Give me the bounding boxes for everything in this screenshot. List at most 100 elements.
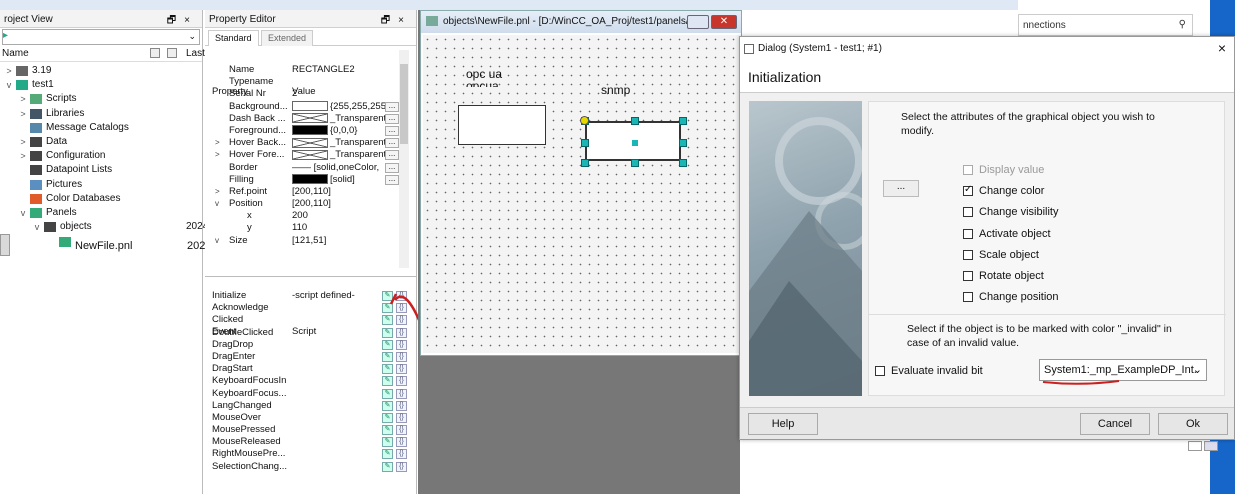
twisty-icon[interactable]: v [215,235,219,247]
twisty-icon[interactable]: > [215,149,220,161]
script-icon[interactable]: {} [396,461,407,472]
tab-standard[interactable]: Standard [208,30,259,46]
tree-item[interactable]: v objects 2024 [0,220,208,234]
twisty-icon[interactable]: > [18,92,28,106]
option-checkbox[interactable] [963,249,973,260]
close-button[interactable]: ✕ [711,15,737,29]
event-row[interactable]: DragDrop ✎{} [207,339,415,351]
resize-handle[interactable] [631,117,639,125]
ellipsis-button[interactable]: ... [385,174,399,185]
scroll-thumb[interactable] [400,64,408,144]
ellipsis-button[interactable]: ... [385,138,399,149]
ok-button[interactable]: Ok [1158,413,1228,435]
wizard-icon[interactable]: ✎ [382,376,393,387]
expand-icon[interactable] [167,48,177,58]
rectangle-1[interactable] [458,105,546,145]
property-row[interactable]: Dash Back ... _Transparent... [207,113,403,125]
property-row[interactable]: Typename [207,76,403,88]
tree-item[interactable]: >3.19 [0,64,202,78]
option-change-visibility[interactable]: Change visibility [963,206,1058,218]
tree-item[interactable]: > Scripts [0,92,202,106]
tree-item[interactable]: Message Catalogs [0,121,202,135]
property-scrollbar[interactable] [399,50,409,268]
twisty-icon[interactable]: > [4,64,14,78]
twisty-icon[interactable]: v [18,206,28,220]
wizard-icon[interactable]: ✎ [382,351,393,362]
property-row[interactable]: Serial Nr 2 [207,88,403,100]
tree-item[interactable]: > Configuration [0,149,202,163]
option-scale-object[interactable]: Scale object [963,249,1039,261]
tree-item[interactable]: Pictures [0,178,202,192]
event-row[interactable]: SelectionChang... ✎{} [207,461,415,473]
ellipsis-button[interactable]: ... [385,150,399,161]
dialog-close-icon[interactable]: × [1218,40,1226,56]
tree-item[interactable]: > Data [0,135,202,149]
script-icon[interactable]: {} [396,351,407,362]
option-checkbox[interactable] [963,207,973,218]
property-row[interactable]: v Position [200,110] [207,198,403,210]
resize-handle[interactable] [581,139,589,147]
resize-handle[interactable] [679,159,687,167]
property-row[interactable]: Filling [solid]... [207,174,403,186]
wizard-icon[interactable]: ✎ [382,425,393,436]
event-row[interactable]: MouseOver ✎{} [207,412,415,424]
wizard-icon[interactable]: ✎ [382,364,393,375]
view-icon[interactable] [1188,441,1202,451]
tab-extended[interactable]: Extended [261,30,314,46]
wizard-icon[interactable]: ✎ [382,437,393,448]
option-checkbox[interactable] [963,292,973,303]
resize-handle[interactable] [581,159,589,167]
script-icon[interactable]: {} [396,364,407,375]
collapse-icon[interactable] [150,48,160,58]
event-row[interactable]: MousePressed ✎{} [207,424,415,436]
twisty-icon[interactable]: > [18,149,28,163]
tree-item[interactable]: v test1 [0,78,202,92]
option-checkbox[interactable] [963,184,973,197]
option-change-color[interactable]: Change color [963,184,1044,197]
tree-item[interactable]: Datapoint Lists [0,163,202,177]
property-row[interactable]: Background... {255,255,255... [207,101,403,113]
panel-buttons[interactable]: 🗗× [167,13,198,30]
evaluate-invalid-option[interactable]: Evaluate invalid bit [875,365,983,377]
script-icon[interactable]: {} [396,376,407,387]
tree-item[interactable]: Color Databases [0,192,202,206]
event-row[interactable]: DragStart ✎{} [207,363,415,375]
tree-item[interactable]: NewFile.pnl 2024 [0,234,211,257]
more-button[interactable]: ... [883,180,919,197]
tree-item[interactable]: v Panels [0,206,202,220]
event-row[interactable]: KeyboardFocus... ✎{} [207,388,415,400]
event-row[interactable]: KeyboardFocusIn ✎{} [207,375,415,387]
property-row[interactable]: v Size [121,51] [207,235,403,247]
reference-point-handle[interactable] [580,116,589,125]
script-icon[interactable]: {} [396,449,407,460]
option-change-position[interactable]: Change position [963,291,1059,303]
resize-handle[interactable] [679,117,687,125]
wizard-icon[interactable]: ✎ [382,339,393,350]
property-row[interactable]: x 200 [207,210,403,222]
twisty-icon[interactable]: > [18,135,28,149]
wizard-icon[interactable]: ✎ [382,449,393,460]
script-icon[interactable]: {} [396,437,407,448]
property-row[interactable]: y 110 [207,222,403,234]
resize-handle[interactable] [631,159,639,167]
property-row[interactable]: > Hover Fore... _Transparent... [207,149,403,161]
event-row[interactable]: MouseReleased ✎{} [207,436,415,448]
wizard-icon[interactable]: ✎ [382,400,393,411]
twisty-icon[interactable]: > [18,107,28,121]
property-row[interactable]: Name RECTANGLE2 [207,64,403,76]
twisty-icon[interactable]: v [4,78,14,92]
project-combo[interactable]: ▸ ⌄ [2,29,200,45]
ellipsis-button[interactable]: ... [385,162,399,173]
wizard-icon[interactable]: ✎ [382,461,393,472]
property-row[interactable]: Border —— [solid,oneColor,... [207,162,403,174]
property-row[interactable]: > Hover Back... _Transparent... [207,137,403,149]
tree-item[interactable]: > Libraries [0,107,202,121]
event-row[interactable]: LangChanged ✎{} [207,400,415,412]
script-icon[interactable]: {} [396,400,407,411]
ellipsis-button[interactable]: ... [385,125,399,136]
option-checkbox[interactable] [963,228,973,239]
script-icon[interactable]: {} [396,412,407,423]
property-row[interactable]: > Ref.point [200,110] [207,186,403,198]
center-handle[interactable] [632,140,638,146]
event-row[interactable]: DragEnter ✎{} [207,351,415,363]
